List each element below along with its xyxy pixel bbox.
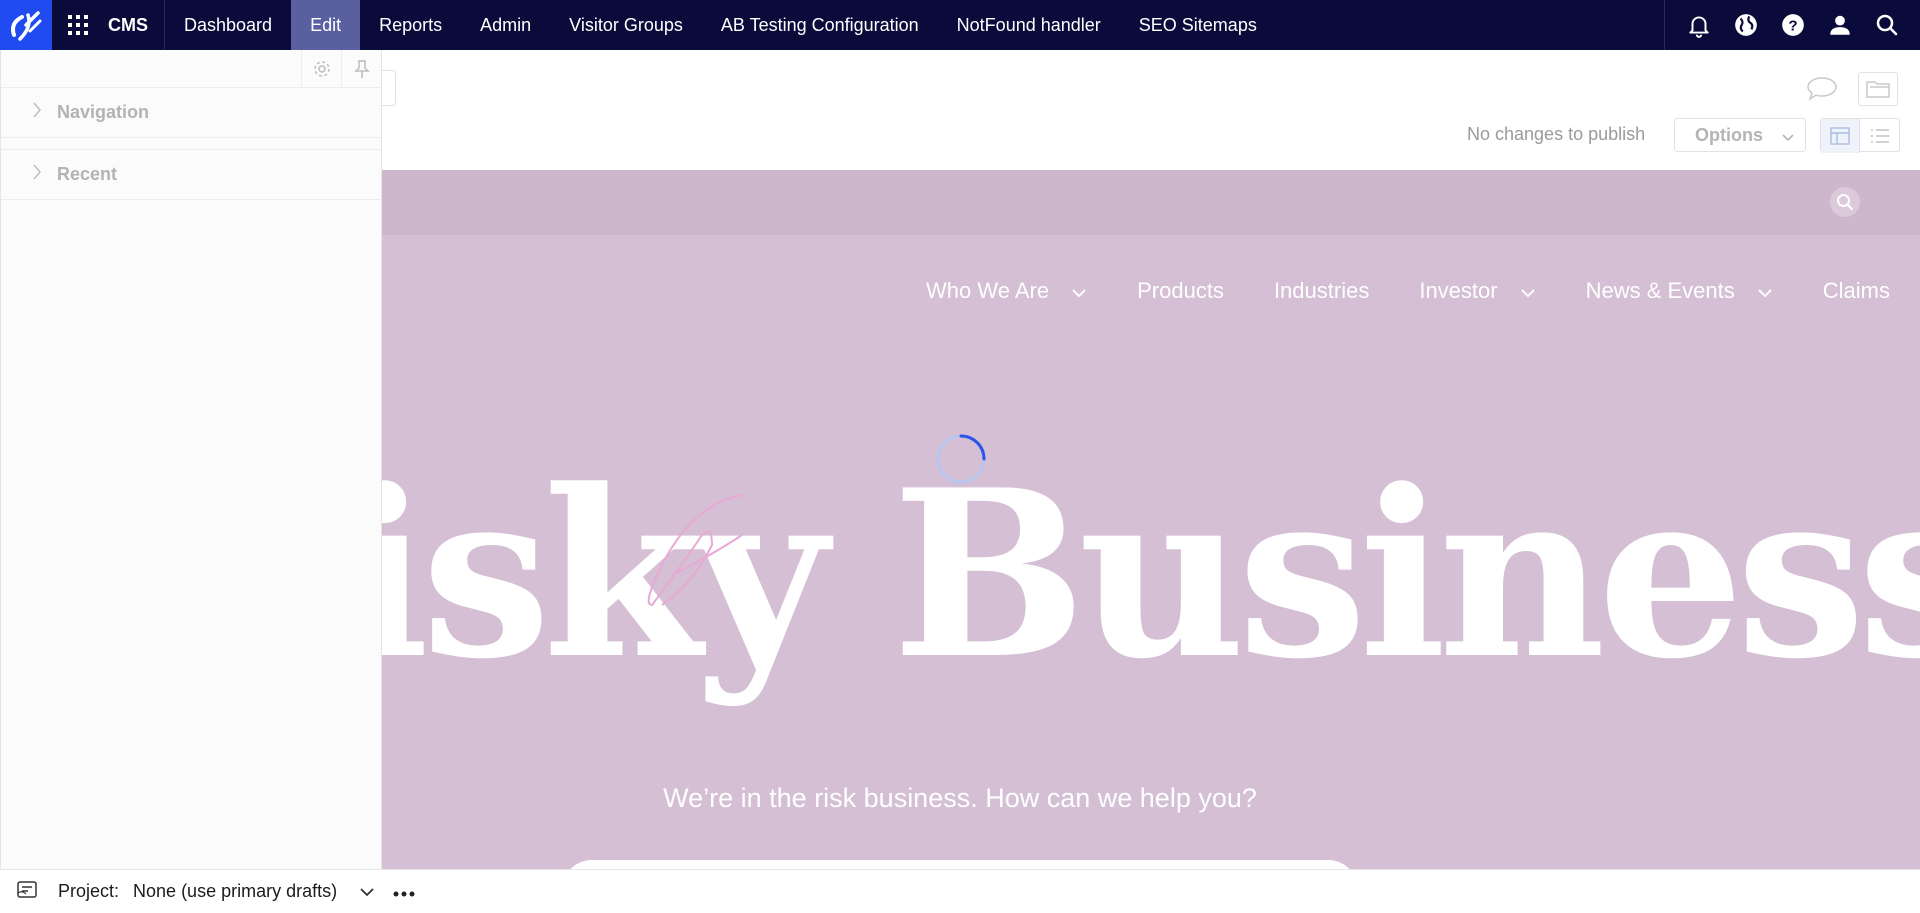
pin-icon[interactable] [341,50,381,88]
options-label: Options [1695,124,1763,145]
svg-text:?: ? [1788,17,1797,34]
gear-icon[interactable] [301,50,341,88]
site-nav-label: News & Events [1585,278,1735,303]
list-view-icon[interactable] [1860,119,1899,153]
hero-title: isky Business [382,440,1920,710]
nav-dashboard[interactable]: Dashboard [165,0,291,50]
chevron-down-icon[interactable] [359,881,375,902]
publish-status: No changes to publish [1467,124,1646,144]
site-nav-investor[interactable]: Investor [1419,278,1535,304]
site-nav-products[interactable]: Products [1137,278,1224,304]
user-icon[interactable] [1816,0,1863,50]
hero-subtitle: We’re in the risk business. How can we h… [663,783,1257,813]
site-main-nav: Who We Are Products Industries Investor … [876,278,1890,304]
comments-icon[interactable] [1802,72,1842,106]
top-nav-bar: CMS Dashboard Edit Reports Admin Visitor… [0,0,1920,50]
site-nav-label: Investor [1419,278,1498,303]
chevron-right-icon [33,102,41,123]
site-nav-label: Who We Are [926,278,1050,303]
top-right-icons: ? [1664,0,1920,50]
hero-search-input[interactable] [562,860,1358,869]
nav-admin[interactable]: Admin [461,0,550,50]
recent-section[interactable]: Recent [1,150,381,200]
project-bar: Project: None (use primary drafts) [0,869,1920,913]
options-button[interactable]: Options [1674,118,1806,152]
site-nav-label: Industries [1273,278,1370,303]
nav-seo-sitemaps[interactable]: SEO Sitemaps [1120,0,1276,50]
navigation-section[interactable]: Navigation [1,88,381,138]
app-name[interactable]: CMS [104,0,165,50]
view-mode-toggle [1820,118,1900,153]
site-nav-label: Products [1137,278,1224,303]
globe-icon[interactable] [1722,0,1769,50]
help-icon[interactable]: ? [1769,0,1816,50]
bell-icon[interactable] [1675,0,1722,50]
site-search-icon[interactable] [1830,187,1860,217]
decorative-signature [647,494,743,607]
project-icon [16,879,38,904]
assets-folder-icon[interactable] [1858,72,1898,106]
site-nav-claims[interactable]: Claims [1823,278,1890,304]
pane-header [1,50,381,88]
site-nav-industries[interactable]: Industries [1274,278,1369,304]
optimizely-logo[interactable] [0,0,52,50]
site-nav-label: Claims [1822,278,1890,303]
site-utility-bar [382,170,1920,235]
chevron-down-icon [1520,278,1536,304]
chevron-down-icon [1781,128,1795,149]
section-divider [1,138,381,150]
project-label: Project: [58,881,120,901]
navigation-pane: Navigation Recent [0,50,382,869]
search-icon[interactable] [1863,0,1910,50]
logo-icon [11,11,42,41]
project-selector-value[interactable]: None (use primary drafts) [133,881,337,902]
nav-visitor-groups[interactable]: Visitor Groups [550,0,702,50]
page-preview[interactable]: Who We Are Products Industries Investor … [382,170,1920,869]
site-nav-news-events[interactable]: News & Events [1586,278,1773,304]
more-options-icon[interactable] [393,881,415,902]
nav-notfound-handler[interactable]: NotFound handler [938,0,1120,50]
chevron-right-icon [33,164,41,185]
nav-ab-testing[interactable]: AB Testing Configuration [702,0,938,50]
loading-spinner [936,434,986,484]
site-nav-who-we-are[interactable]: Who We Are [926,278,1087,304]
layout-view-icon[interactable] [1821,119,1861,153]
nav-edit[interactable]: Edit [291,0,361,50]
section-label: Navigation [57,102,150,122]
section-label: Recent [57,164,118,184]
chevron-down-icon [1071,278,1087,304]
app-launcher-icon[interactable] [52,0,104,50]
nav-reports[interactable]: Reports [360,0,461,50]
chevron-down-icon [1757,278,1773,304]
